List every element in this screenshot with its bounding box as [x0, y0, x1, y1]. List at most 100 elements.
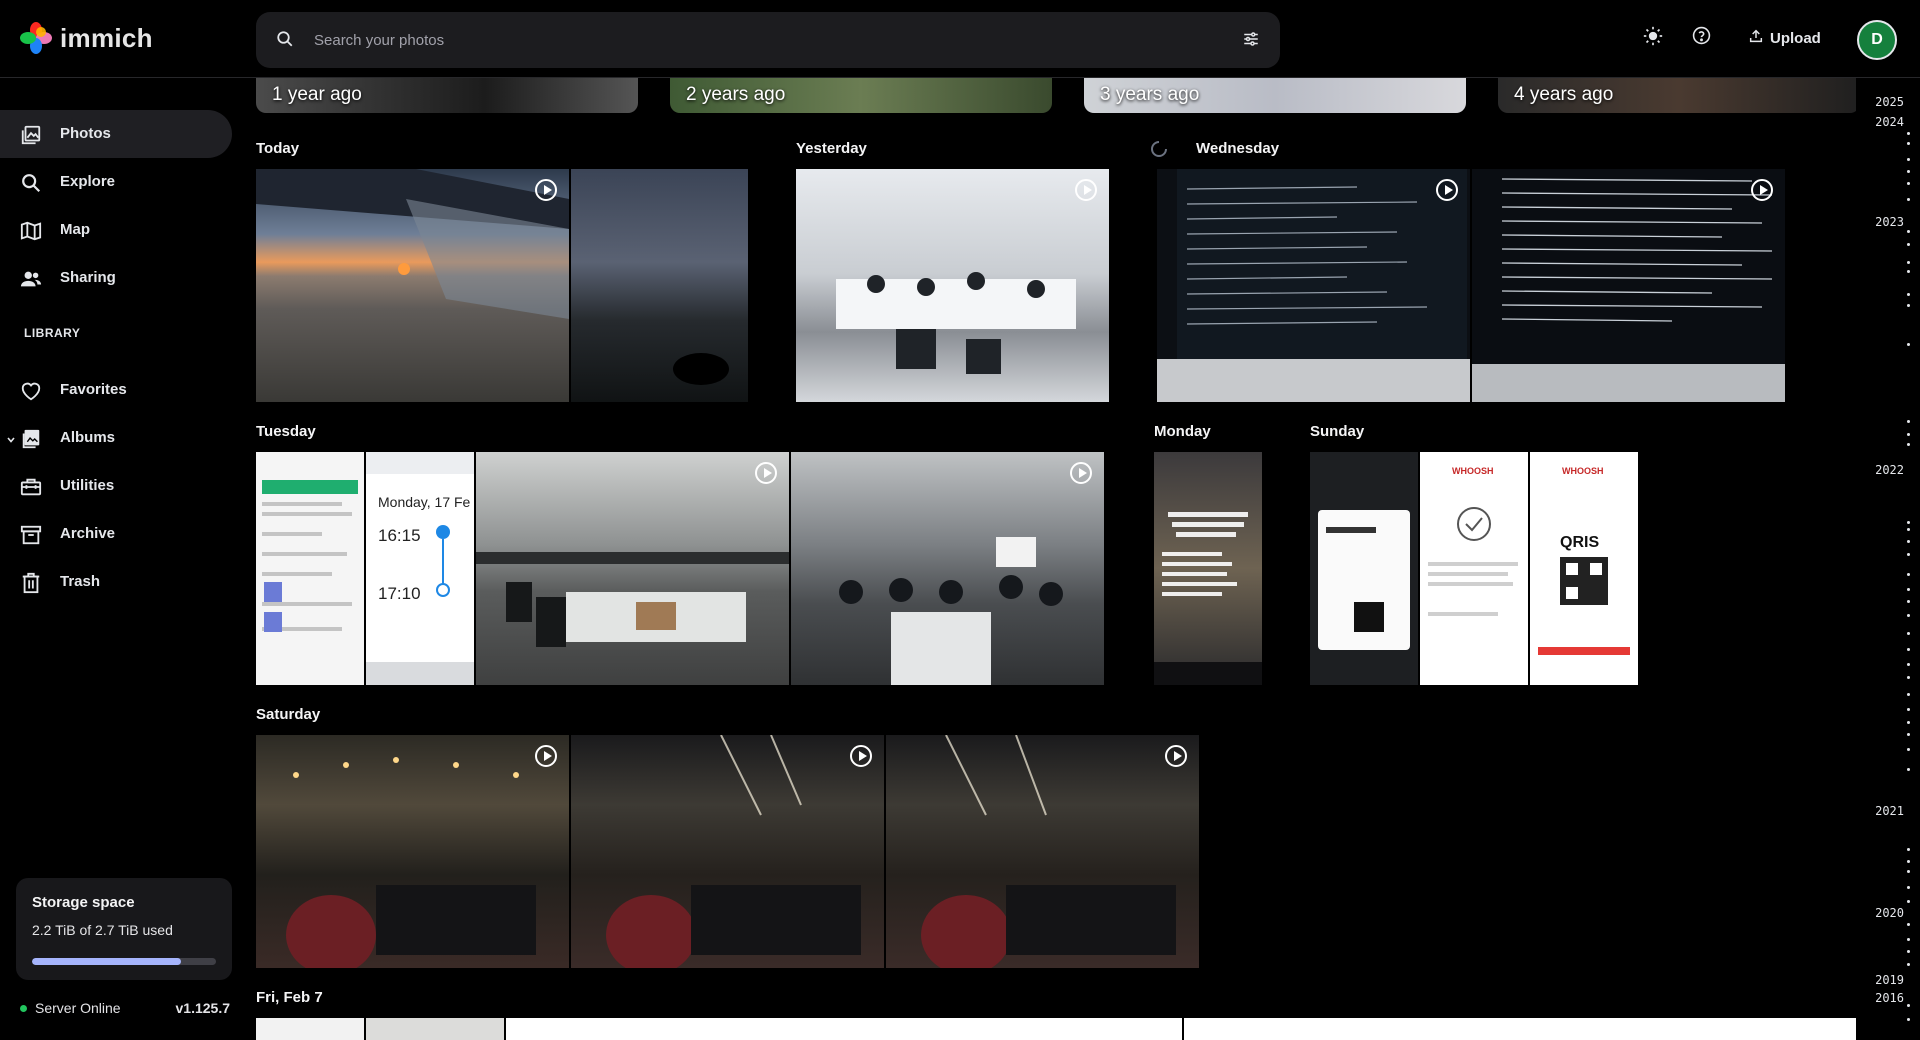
library-section-title: LIBRARY [24, 326, 81, 340]
timeline-month-dot [1907, 540, 1910, 543]
timeline-year[interactable]: 2024 [1875, 115, 1904, 129]
chevron-down-icon[interactable] [6, 432, 16, 449]
sidebar-item-archive[interactable]: Archive [0, 510, 232, 558]
timeline-year[interactable]: 2020 [1875, 906, 1904, 920]
server-status: Server Online v1.125.7 [20, 998, 230, 1018]
timeline-month-dot [1907, 230, 1910, 233]
video-play-icon [755, 462, 777, 484]
timeline-year[interactable]: 2023 [1875, 215, 1904, 229]
photo-thumbnail[interactable] [796, 169, 1109, 402]
timeline-month-dot [1907, 923, 1910, 926]
sidebar-item-label: Archive [60, 525, 116, 542]
memory-label: 4 years ago [1514, 84, 1614, 105]
timeline-scrubber[interactable]: 2025 2024 2023 2022 2021 2020 2019 2016 [1856, 78, 1920, 1040]
photo-thumbnail[interactable] [571, 169, 748, 402]
search-icon[interactable] [276, 30, 294, 53]
memory-card[interactable]: 3 years ago [1084, 78, 1466, 113]
photo-thumbnail[interactable] [1310, 452, 1418, 685]
theme-toggle-button[interactable] [1643, 26, 1663, 51]
memory-card[interactable]: 1 year ago [256, 78, 638, 113]
timeline-month-dot [1907, 938, 1910, 941]
timeline-year[interactable]: 2016 [1875, 991, 1904, 1005]
memory-label: 2 years ago [686, 84, 786, 105]
sidebar-item-map[interactable]: Map [0, 206, 232, 254]
photos-icon [20, 124, 42, 146]
photo-thumbnail[interactable] [791, 452, 1104, 685]
timeline-year[interactable]: 2019 [1875, 973, 1904, 987]
sidebar-item-utilities[interactable]: Utilities [0, 462, 232, 510]
photo-thumbnail[interactable] [256, 452, 364, 685]
photo-thumbnail[interactable] [256, 735, 569, 968]
storage-usage-text: 2.2 TiB of 2.7 TiB used [32, 922, 173, 938]
photo-thumbnail[interactable] [366, 1018, 504, 1040]
timeline-month-dot [1907, 528, 1910, 531]
video-play-icon [1070, 462, 1092, 484]
timeline-month-dot [1907, 648, 1910, 651]
memory-card[interactable]: 4 years ago [1498, 78, 1856, 113]
utilities-icon [20, 476, 42, 498]
timeline-month-dot [1907, 521, 1910, 524]
sidebar: Photos Explore Map Sharing LIBRARY Favor… [0, 78, 240, 1040]
timeline-month-dot [1907, 614, 1910, 617]
timeline-month-dot [1907, 198, 1910, 201]
photo-thumbnail[interactable] [1157, 169, 1470, 402]
timeline-month-dot [1907, 600, 1910, 603]
sidebar-item-photos[interactable]: Photos [0, 110, 232, 158]
albums-icon [20, 428, 42, 450]
photo-thumbnail[interactable] [256, 169, 569, 402]
photo-thumbnail[interactable] [1184, 1018, 1856, 1040]
timeline-month-dot [1907, 170, 1910, 173]
sharing-icon [20, 268, 42, 290]
sidebar-item-label: Favorites [60, 381, 127, 398]
photo-thumbnail[interactable]: WHOOSH QRIS [1530, 452, 1638, 685]
timeline-month-dot [1907, 433, 1910, 436]
search-filter-icon[interactable] [1242, 30, 1260, 53]
loading-spinner-icon [1151, 141, 1167, 157]
search-input[interactable] [314, 12, 1194, 68]
timeline-year[interactable]: 2025 [1875, 95, 1904, 109]
photo-thumbnail[interactable]: Monday, 17 Fe 16:15 17:10 [366, 452, 474, 685]
date-group-title: Tuesday [256, 423, 316, 440]
server-version[interactable]: v1.125.7 [176, 1000, 231, 1016]
video-play-icon [535, 179, 557, 201]
upload-label: Upload [1770, 29, 1821, 47]
sidebar-item-favorites[interactable]: Favorites [0, 366, 232, 414]
photo-thumbnail[interactable] [886, 735, 1199, 968]
app-logo[interactable]: immich [20, 22, 153, 54]
sidebar-item-trash[interactable]: Trash [0, 558, 232, 606]
video-play-icon [1436, 179, 1458, 201]
timeline-month-dot [1907, 693, 1910, 696]
timeline-month-dot [1907, 748, 1910, 751]
date-group-title: Today [256, 140, 300, 157]
photo-thumbnail[interactable] [506, 1018, 1182, 1040]
timeline-month-dot [1907, 343, 1910, 346]
video-play-icon [1165, 745, 1187, 767]
photo-thumbnail[interactable] [1154, 452, 1262, 685]
timeline-month-dot [1907, 860, 1910, 863]
sidebar-item-explore[interactable]: Explore [0, 158, 232, 206]
sun-icon [1643, 26, 1663, 51]
photo-thumbnail[interactable] [476, 452, 789, 685]
help-button[interactable] [1692, 26, 1711, 50]
sidebar-item-albums[interactable]: Albums [0, 414, 232, 462]
timeline-year[interactable]: 2022 [1875, 463, 1904, 477]
memory-card[interactable]: 2 years ago [670, 78, 1052, 113]
server-online-dot [20, 1005, 27, 1012]
photo-thumbnail[interactable] [256, 1018, 364, 1040]
user-avatar[interactable]: D [1857, 20, 1897, 60]
search-icon [20, 172, 42, 194]
photo-thumbnail[interactable]: WHOOSH [1420, 452, 1528, 685]
sidebar-item-sharing[interactable]: Sharing [0, 254, 232, 302]
search-bar[interactable] [256, 12, 1280, 68]
timeline-year[interactable]: 2021 [1875, 804, 1904, 818]
photo-thumbnail[interactable] [571, 735, 884, 968]
sidebar-item-label: Photos [60, 125, 111, 142]
storage-progress-fill [32, 958, 182, 965]
timeline-month-dot [1907, 900, 1910, 903]
timeline-month-dot [1907, 768, 1910, 771]
memory-label: 3 years ago [1100, 84, 1200, 105]
timeline-month-dot [1907, 270, 1910, 273]
help-icon [1692, 26, 1711, 50]
upload-button[interactable]: Upload [1748, 28, 1821, 48]
photo-thumbnail[interactable] [1472, 169, 1785, 402]
